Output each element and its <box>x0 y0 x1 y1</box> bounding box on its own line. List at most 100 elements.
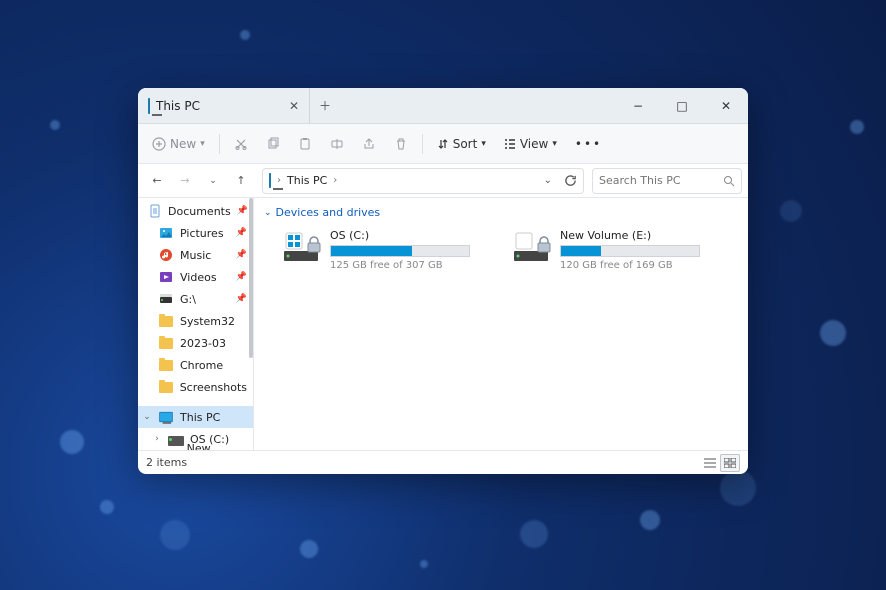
chevron-right-icon[interactable]: › <box>152 434 162 444</box>
sidebar-item[interactable]: Videos 📌 <box>138 266 253 288</box>
drive-usage-bar <box>330 245 470 257</box>
chevron-down-icon[interactable]: ⌄ <box>142 412 152 422</box>
folder-icon <box>158 379 174 395</box>
status-bar: 2 items <box>138 450 748 474</box>
sidebar-item-label: Chrome <box>180 359 223 372</box>
video-icon <box>158 269 174 285</box>
sidebar-item[interactable]: Pictures 📌 <box>138 222 253 244</box>
chevron-down-icon[interactable]: ⌄ <box>544 175 552 186</box>
new-label: New <box>170 137 196 151</box>
drive-tile[interactable]: New Volume (E:) 120 GB free of 169 GB <box>508 225 708 275</box>
drive-icon <box>512 229 552 265</box>
folder-icon <box>158 335 174 351</box>
tab-close-icon[interactable]: ✕ <box>289 99 299 113</box>
pin-icon: 📌 <box>236 228 247 238</box>
doc-icon <box>148 203 162 219</box>
delete-icon <box>394 137 408 151</box>
share-icon <box>362 137 376 151</box>
rename-icon <box>330 137 344 151</box>
group-header-devices[interactable]: ⌄ Devices and drives <box>254 204 748 225</box>
forward-button[interactable]: → <box>172 168 198 194</box>
drive-tile[interactable]: OS (C:) 125 GB free of 307 GB <box>278 225 478 275</box>
drive-usage-bar <box>560 245 700 257</box>
sidebar-item-label: Documents <box>168 205 231 218</box>
drive-name: OS (C:) <box>330 229 474 242</box>
sidebar-item[interactable]: Screenshots <box>138 376 253 398</box>
minimize-button[interactable]: − <box>616 88 660 123</box>
breadcrumb-location: This PC <box>287 174 327 187</box>
tab-thispc[interactable]: This PC ✕ <box>138 88 310 123</box>
drive-name: New Volume (E:) <box>560 229 704 242</box>
share-button[interactable] <box>354 133 384 155</box>
sidebar-item[interactable]: Music 📌 <box>138 244 253 266</box>
group-header-label: Devices and drives <box>276 206 381 219</box>
view-button[interactable]: View ▾ <box>496 133 565 155</box>
sidebar-item-label: Music <box>180 249 211 262</box>
pc-icon <box>158 409 174 425</box>
search-icon <box>723 175 735 187</box>
sidebar-item[interactable]: Chrome <box>138 354 253 376</box>
drive-free-text: 120 GB free of 169 GB <box>560 260 704 271</box>
explorer-window: This PC ✕ ＋ − □ ✕ New ▾ Sort ▾ <box>138 88 748 474</box>
copy-icon <box>266 137 280 151</box>
more-icon: ••• <box>575 137 602 151</box>
cut-button[interactable] <box>226 133 256 155</box>
paste-icon <box>298 137 312 151</box>
sort-button[interactable]: Sort ▾ <box>429 133 494 155</box>
sidebar-item-label: 2023-03 <box>180 337 226 350</box>
view-icon <box>504 138 516 150</box>
sidebar-item-label: This PC <box>180 411 220 424</box>
chevron-right-icon: › <box>277 175 281 186</box>
chevron-right-icon: › <box>333 175 337 186</box>
sort-icon <box>437 138 449 150</box>
sidebar-item-label: Screenshots <box>180 381 247 394</box>
disk-icon <box>168 431 184 447</box>
delete-button[interactable] <box>386 133 416 155</box>
close-button[interactable]: ✕ <box>704 88 748 123</box>
rename-button[interactable] <box>322 133 352 155</box>
sidebar-item[interactable]: 2023-03 <box>138 332 253 354</box>
paste-button[interactable] <box>290 133 320 155</box>
search-box[interactable] <box>592 168 742 194</box>
drive-icon <box>282 229 322 265</box>
tab-title: This PC <box>156 99 200 113</box>
pin-icon: 📌 <box>236 294 247 304</box>
sort-label: Sort <box>453 137 478 151</box>
titlebar: This PC ✕ ＋ − □ ✕ <box>138 88 748 124</box>
sidebar-item-label: New Volume (E:) <box>187 442 247 451</box>
sidebar-item[interactable]: Documents 📌 <box>138 200 253 222</box>
breadcrumb[interactable]: › This PC › ⌄ <box>262 168 584 194</box>
back-button[interactable]: ← <box>144 168 170 194</box>
pin-icon: 📌 <box>237 206 248 216</box>
content-pane: ⌄ Devices and drives OS (C:) 125 GB free… <box>254 198 748 450</box>
new-button[interactable]: New ▾ <box>144 133 213 155</box>
view-label: View <box>520 137 548 151</box>
new-tab-button[interactable]: ＋ <box>310 88 340 123</box>
up-button[interactable]: ↑ <box>228 168 254 194</box>
search-input[interactable] <box>599 174 717 187</box>
music-icon <box>158 247 174 263</box>
tiles-view-toggle[interactable] <box>720 454 740 472</box>
copy-button[interactable] <box>258 133 288 155</box>
pc-icon <box>269 174 271 187</box>
details-view-toggle[interactable] <box>700 454 720 472</box>
folder-icon <box>158 313 174 329</box>
sidebar-item-thispc[interactable]: ⌄ This PC <box>138 406 253 428</box>
plus-circle-icon <box>152 137 166 151</box>
driveg-icon <box>158 291 174 307</box>
pc-icon <box>148 99 150 113</box>
pin-icon: 📌 <box>236 272 247 282</box>
sidebar-item-label: Pictures <box>180 227 224 240</box>
more-button[interactable]: ••• <box>567 133 610 155</box>
sidebar-item[interactable]: System32 <box>138 310 253 332</box>
address-bar: ← → ⌄ ↑ › This PC › ⌄ <box>138 164 748 198</box>
chevron-down-icon: ▾ <box>200 139 205 149</box>
chevron-down-icon: ⌄ <box>264 208 272 218</box>
recent-chevron[interactable]: ⌄ <box>200 168 226 194</box>
sidebar-item[interactable]: G:\ 📌 <box>138 288 253 310</box>
sidebar-item-label: Videos <box>180 271 217 284</box>
pic-icon <box>158 225 174 241</box>
refresh-button[interactable] <box>564 174 577 187</box>
maximize-button[interactable]: □ <box>660 88 704 123</box>
folder-icon <box>158 357 174 373</box>
